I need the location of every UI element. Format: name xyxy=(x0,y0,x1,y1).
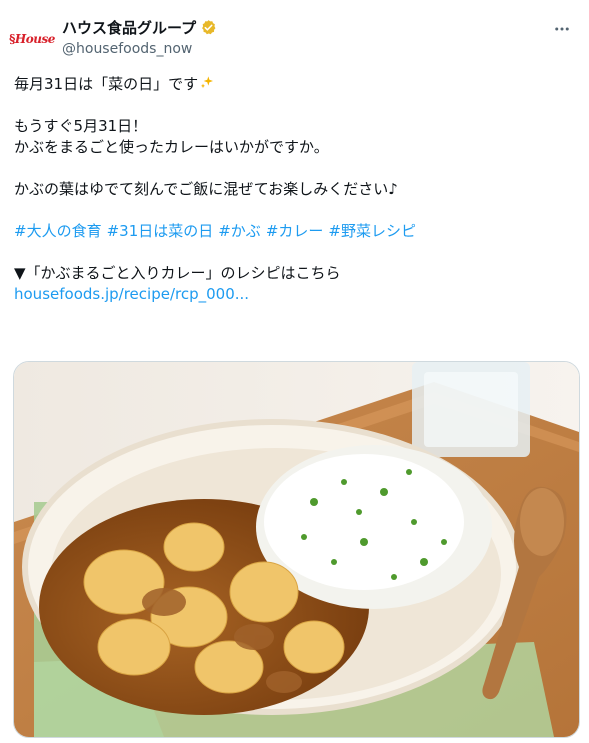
tweet-line: かぶをまるごと使ったカレーはいかがですか。 xyxy=(14,138,329,156)
tweet-text: 毎月31日は「菜の日」です もうすぐ5月31日！ かぶをまるごと使ったカレーはい… xyxy=(14,74,574,305)
curry-photo-image xyxy=(14,362,579,737)
hashtag-row: #大人の食育 #31日は菜の日 #かぶ #カレー #野菜レシピ xyxy=(14,221,574,242)
tweet-line: かぶの葉はゆでて刻んでご飯に混ぜてお楽しみください♪ xyxy=(14,180,398,198)
recipe-link[interactable]: housefoods.jp/recipe/rcp_000... xyxy=(14,285,249,303)
hashtag-link[interactable]: #31日は菜の日 xyxy=(107,221,214,242)
verified-badge-icon[interactable] xyxy=(200,19,217,36)
tweet-line: もうすぐ5月31日！ xyxy=(14,117,148,135)
more-options-button[interactable] xyxy=(549,16,575,42)
avatar[interactable]: §House xyxy=(9,18,55,60)
more-horizontal-icon xyxy=(555,27,569,31)
tweet-line: 毎月31日は「菜の日」です xyxy=(14,74,574,95)
name-row: ハウス食品グループ xyxy=(62,17,217,38)
tweet-header: §House ハウス食品グループ @housefoods_now xyxy=(0,0,589,64)
hashtag-link[interactable]: #かぶ xyxy=(218,221,261,242)
hashtag-link[interactable]: #カレー xyxy=(266,221,324,242)
hashtag-link[interactable]: #野菜レシピ xyxy=(328,221,416,242)
house-logo: §House xyxy=(9,32,55,46)
recipe-line: ▼「かぶまるごと入りカレー」のレシピはこちら xyxy=(14,264,341,282)
display-name[interactable]: ハウス食品グループ xyxy=(62,17,196,38)
sparkles-icon xyxy=(199,75,215,91)
curry-photo[interactable] xyxy=(13,361,580,738)
handle[interactable]: @housefoods_now xyxy=(62,41,192,57)
hashtag-link[interactable]: #大人の食育 xyxy=(14,221,102,242)
